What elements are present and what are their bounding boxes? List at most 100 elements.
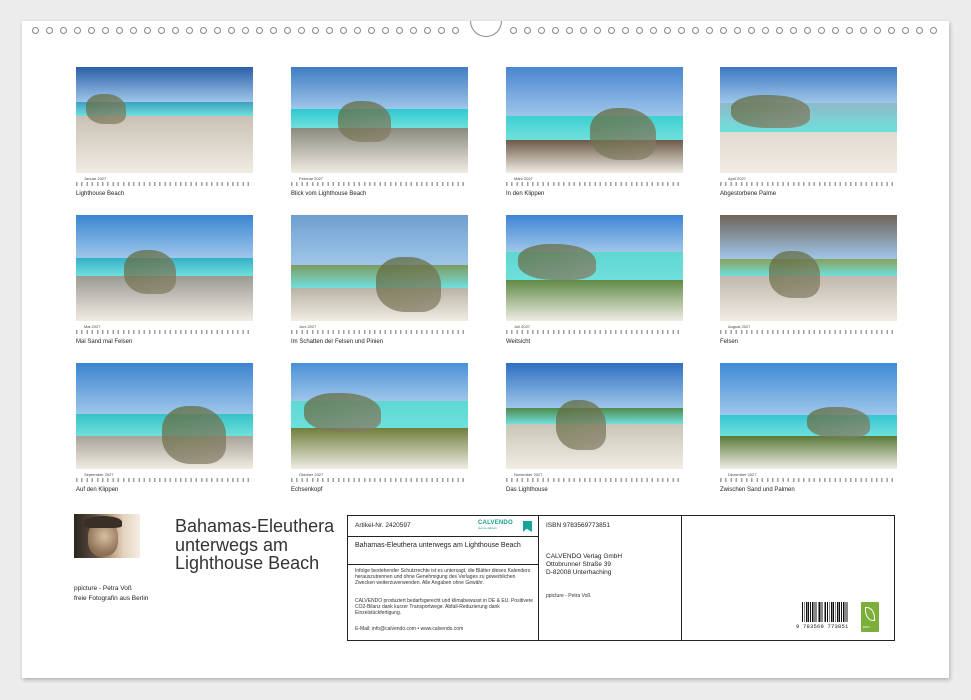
photo-sky [76, 363, 253, 414]
binding-ring [214, 27, 221, 34]
binding-ring [916, 27, 923, 34]
binding-ring [720, 27, 727, 34]
binding-ring [524, 27, 531, 34]
binding-ring [354, 27, 361, 34]
binding-ring [130, 27, 137, 34]
month-label: Februar 2027 [299, 176, 324, 181]
binding-ring [200, 27, 207, 34]
binding-ring [452, 27, 459, 34]
binding-ring [438, 27, 445, 34]
photo-caption: Blick vom Lighthouse Beach [291, 191, 367, 197]
hanger-notch [470, 21, 502, 37]
photo-sky [506, 67, 683, 116]
day-strip [291, 330, 468, 334]
binding-ring [930, 27, 937, 34]
month-photo [506, 363, 683, 469]
binding-ring [734, 27, 741, 34]
month-cell: April 2027 Abgestorbene Palme [720, 67, 897, 197]
binding-ring [144, 27, 151, 34]
binding-ring [538, 27, 545, 34]
binding-ring [594, 27, 601, 34]
info-column-publisher: ISBN 9783569773851 CALVENDO Verlag GmbH … [539, 516, 682, 640]
binding-ring [74, 27, 81, 34]
photo-sky [76, 215, 253, 258]
photo-caption: Abgestorbene Palme [720, 191, 777, 197]
month-photo [76, 67, 253, 173]
portrait-hat [84, 516, 122, 528]
binding-ring [60, 27, 67, 34]
binding-ring [410, 27, 417, 34]
binding-ring [186, 27, 193, 34]
binding-ring [902, 27, 909, 34]
month-photo [76, 363, 253, 469]
binding-ring [270, 27, 277, 34]
product-info-box: Artikel-Nr. 2420597 CALVENDO Gerne dahei… [347, 515, 895, 641]
binding-ring [172, 27, 179, 34]
photo-vegetation [304, 393, 381, 432]
binding-ring [242, 27, 249, 34]
binding-ring [102, 27, 109, 34]
divider [348, 564, 538, 565]
binding-ring [552, 27, 559, 34]
spiral-binding [22, 21, 949, 41]
binding-ring [636, 27, 643, 34]
day-strip [720, 182, 897, 186]
day-strip [506, 478, 683, 482]
month-cell: November 2027 Das Lighthouse [506, 363, 683, 493]
photo-vegetation [124, 250, 176, 294]
binding-ring [116, 27, 123, 34]
month-label: Mai 2027 [84, 324, 101, 329]
month-cell: Juni 2027 Im Schatten der Felsen und Pini… [291, 215, 468, 345]
photo-vegetation [807, 407, 870, 438]
month-cell: Dezember 2027 Zwischen Sand und Palmen [720, 363, 897, 493]
publisher-address: CALVENDO Verlag GmbH Ottobrunner Straße … [546, 553, 622, 577]
month-label: Oktober 2027 [299, 472, 324, 477]
month-photo [506, 67, 683, 173]
info-column-legal: Artikel-Nr. 2420597 CALVENDO Gerne dahei… [348, 516, 539, 640]
month-label: Januar 2027 [84, 176, 107, 181]
publisher-name: CALVENDO Verlag GmbH [546, 553, 623, 560]
binding-ring [284, 27, 291, 34]
photo-sky [720, 215, 897, 259]
eco-label: eco [863, 624, 870, 629]
month-cell: September 2027 Auf den Klippen [76, 363, 253, 493]
binding-ring [776, 27, 783, 34]
binding-ring [748, 27, 755, 34]
photo-vegetation [731, 95, 810, 128]
author-name: ppicture - Petra Voß [74, 585, 132, 592]
binding-ring [790, 27, 797, 34]
binding-ring [832, 27, 839, 34]
author-portrait [74, 514, 140, 558]
month-photo [720, 363, 897, 469]
photo-caption: Felsen [720, 339, 739, 345]
photo-caption: Mal Sand mal Felsen [76, 339, 133, 345]
month-label: Juni 2027 [299, 324, 317, 329]
day-strip [76, 182, 253, 186]
binding-ring [622, 27, 629, 34]
article-number: Artikel-Nr. 2420597 [355, 522, 411, 529]
month-label: September 2027 [84, 472, 114, 477]
month-label: April 2027 [728, 176, 747, 181]
binding-ring [818, 27, 825, 34]
photo-vegetation [162, 406, 226, 464]
day-strip [720, 478, 897, 482]
binding-ring [706, 27, 713, 34]
photo-vegetation [86, 94, 126, 124]
photo-caption: In den Klippen [506, 191, 545, 197]
month-photo [76, 215, 253, 321]
barcode-bars [802, 602, 848, 622]
binding-ring [692, 27, 699, 34]
author-description: freie Fotografin aus Berlin [74, 595, 149, 602]
binding-ring [846, 27, 853, 34]
binding-ring [424, 27, 431, 34]
day-strip [291, 182, 468, 186]
photo-sky [720, 363, 897, 415]
month-photo [291, 67, 468, 173]
eco-badge: eco [861, 602, 879, 632]
photo-sky [506, 363, 683, 408]
month-photo [291, 215, 468, 321]
photo-caption: Das Lighthouse [506, 487, 548, 493]
month-label: Dezember 2027 [728, 472, 757, 477]
binding-ring [228, 27, 235, 34]
binding-ring [382, 27, 389, 34]
